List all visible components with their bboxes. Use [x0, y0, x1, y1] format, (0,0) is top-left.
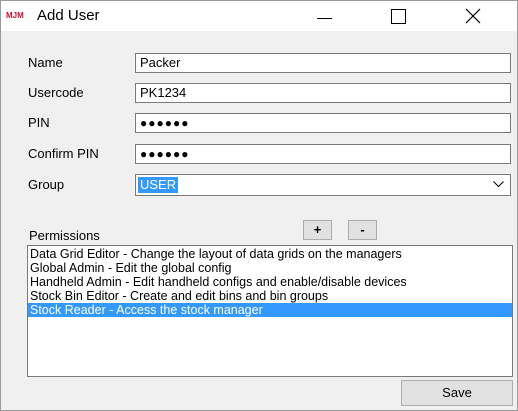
close-button[interactable] [451, 1, 497, 31]
permissions-list[interactable]: Data Grid Editor - Change the layout of … [27, 245, 513, 377]
confirm-pin-field[interactable]: ●●●●●● [135, 144, 511, 164]
permission-item[interactable]: Stock Bin Editor - Create and edit bins … [28, 289, 512, 303]
add-permission-button[interactable]: + [303, 220, 332, 240]
group-select[interactable]: USER [135, 174, 511, 196]
group-label: Group [28, 177, 65, 192]
maximize-button[interactable] [375, 1, 421, 31]
usercode-label: Usercode [28, 85, 84, 100]
permissions-label: Permissions [29, 228, 100, 243]
pin-label: PIN [28, 115, 50, 130]
group-select-value: USER [138, 177, 179, 193]
minimize-button[interactable] [301, 1, 347, 31]
permission-item[interactable]: Global Admin - Edit the global config [28, 261, 512, 275]
permission-item[interactable]: Stock Reader - Access the stock manager [28, 303, 512, 317]
confirm-pin-label: Confirm PIN [28, 146, 99, 161]
add-user-window: MJM Add User Name Packer Usercode PK1234… [0, 0, 518, 411]
permission-item[interactable]: Data Grid Editor - Change the layout of … [28, 247, 512, 261]
title-bar[interactable]: MJM Add User [1, 1, 517, 31]
permission-item[interactable]: Handheld Admin - Edit handheld configs a… [28, 275, 512, 289]
chevron-down-icon [493, 181, 504, 188]
save-button[interactable]: Save [401, 380, 513, 406]
close-icon [465, 8, 481, 24]
usercode-field[interactable]: PK1234 [135, 83, 511, 103]
pin-field[interactable]: ●●●●●● [135, 113, 511, 133]
window-title: Add User [37, 7, 100, 24]
name-label: Name [28, 55, 63, 70]
name-field[interactable]: Packer [135, 53, 511, 73]
app-logo: MJM [6, 11, 24, 20]
remove-permission-button[interactable]: - [348, 220, 377, 240]
